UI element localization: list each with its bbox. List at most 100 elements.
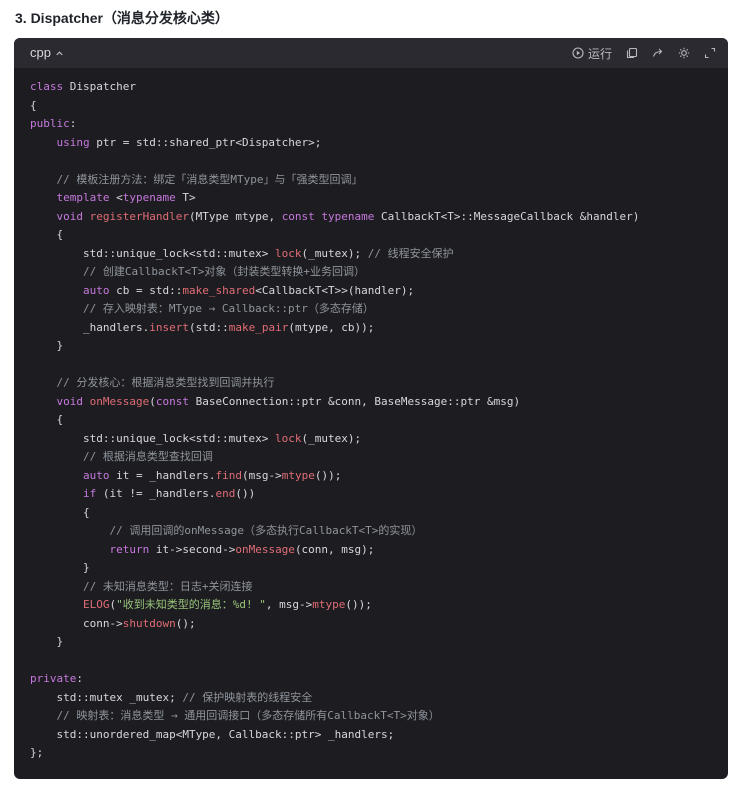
keyword-token: void: [56, 394, 84, 408]
code-token: <CallbackT<T>>(handler);: [255, 283, 415, 297]
keyword-token: void: [56, 209, 84, 223]
function-token: insert: [149, 320, 189, 334]
code-line: // 分发核心：根据消息类型找到回调并执行: [30, 374, 639, 393]
keyword-token: const: [281, 209, 315, 223]
function-token: make_pair: [228, 320, 289, 334]
copy-icon: [626, 47, 638, 59]
code-line: {: [30, 504, 639, 523]
code-token: ();: [175, 616, 196, 630]
expand-button[interactable]: [704, 47, 716, 59]
code-token: {: [30, 98, 37, 112]
code-line: // 映射表：消息类型 → 通用回调接口（多态存储所有CallbackT<T>对…: [30, 707, 639, 726]
code-line: return it->second->onMessage(conn, msg);: [30, 541, 639, 560]
code-token: (it != _handlers.: [96, 487, 216, 500]
theme-toggle-button[interactable]: [678, 47, 690, 59]
comment-token: // 根据消息类型查找回调: [82, 450, 213, 463]
code-token: std::unordered_map<MType, Callback::ptr>…: [30, 727, 395, 741]
section-heading: 3. Dispatcher（消息分发核心类）: [15, 10, 229, 26]
share-button[interactable]: [652, 47, 664, 59]
code-block-header: cpp 运行: [14, 38, 728, 68]
function-token: mtype: [281, 468, 315, 482]
code-line: {: [30, 411, 639, 430]
code-token: (_mutex);: [301, 431, 362, 445]
code-token: cb = std::: [109, 283, 183, 297]
keyword-token: return: [109, 542, 150, 556]
keyword-token: using: [56, 135, 90, 149]
code-line: // 未知消息类型：日志+关闭连接: [30, 578, 639, 597]
keyword-token: const: [155, 394, 189, 408]
code-token: ());: [345, 598, 372, 611]
code-line: std::unordered_map<MType, Callback::ptr>…: [30, 726, 639, 745]
code-token: }: [30, 635, 64, 648]
keyword-token: auto: [82, 283, 110, 297]
keyword-token: private: [30, 672, 77, 685]
function-token: make_shared: [182, 283, 256, 297]
code-token: :: [76, 672, 83, 685]
code-token: ptr = std::shared_ptr<Dispatcher>;: [89, 135, 322, 149]
code-line: conn->shutdown();: [30, 615, 639, 634]
code-line: auto it = _handlers.find(msg->mtype());: [30, 467, 639, 486]
code-line: _handlers.insert(std::make_pair(mtype, c…: [30, 319, 639, 338]
code-line: {: [30, 97, 639, 116]
run-button[interactable]: 运行: [572, 45, 612, 62]
code-token: conn->: [30, 616, 123, 630]
function-token: find: [215, 468, 242, 482]
code-line: public:: [30, 115, 639, 134]
code-line: // 根据消息类型查找回调: [30, 448, 639, 467]
code-line: }: [30, 633, 639, 652]
code-token: {: [30, 413, 64, 426]
code-token: }: [30, 561, 90, 574]
code-toolbar: 运行: [558, 44, 716, 62]
code-token: (conn, msg);: [294, 542, 375, 556]
code-token: std::unique_lock<std::mutex>: [30, 431, 276, 445]
comment-token: // 未知消息类型：日志+关闭连接: [82, 579, 253, 593]
keyword-token: typename: [122, 191, 176, 204]
code-line: template <typename T>: [30, 189, 639, 208]
code-line: }: [30, 559, 639, 578]
code-token: (: [149, 394, 156, 408]
comment-token: // 调用回调的onMessage（多态执行CallbackT<T>的实现）: [109, 524, 423, 537]
keyword-token: typename: [321, 209, 375, 223]
function-token: onMessage: [89, 394, 150, 408]
code-line: }: [30, 337, 639, 356]
keyword-token: class: [30, 80, 70, 93]
function-token: onMessage: [235, 542, 295, 556]
code-line: // 创建CallbackT<T>对象（封装类型转换+业务回调）: [30, 263, 639, 282]
function-token: end: [215, 487, 236, 500]
theme-icon: [678, 47, 690, 59]
expand-icon: [704, 47, 716, 59]
code-line: ELOG("收到未知类型的消息：%d! ", msg->mtype());: [30, 596, 639, 615]
keyword-token: public: [30, 117, 70, 130]
code-block: cpp 运行 class Dispatcher {public: using …: [14, 38, 728, 779]
code-line: if (it != _handlers.end()): [30, 485, 639, 504]
code-content: class Dispatcher{public: using ptr = std…: [30, 78, 639, 763]
language-label: cpp: [30, 45, 51, 60]
chevron-up-icon: [56, 50, 63, 55]
language-selector[interactable]: cpp: [30, 45, 64, 61]
code-line: void registerHandler(MType mtype, const …: [30, 208, 640, 227]
function-token: lock: [275, 246, 302, 260]
code-line: // 调用回调的onMessage（多态执行CallbackT<T>的实现）: [30, 522, 639, 541]
function-token: shutdown: [122, 616, 176, 630]
code-line: using ptr = std::shared_ptr<Dispatcher>;: [30, 134, 639, 153]
code-line: class Dispatcher: [30, 78, 639, 97]
play-icon: [572, 47, 584, 59]
copy-button[interactable]: [626, 47, 638, 59]
keyword-token: template: [56, 191, 110, 204]
keyword-token: auto: [82, 468, 110, 482]
code-line: };: [30, 744, 639, 763]
